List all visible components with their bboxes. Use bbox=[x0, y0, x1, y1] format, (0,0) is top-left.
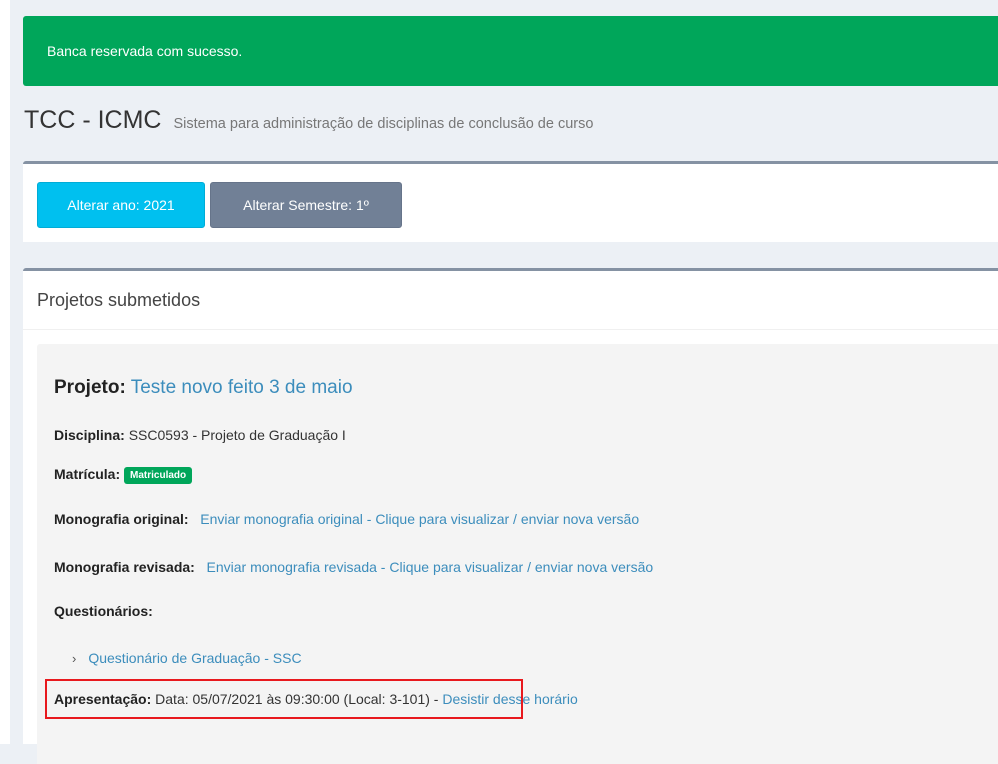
projects-box-title: Projetos submetidos bbox=[23, 271, 998, 330]
questionarios-row: Questionários: bbox=[54, 603, 153, 619]
chevron-right-icon: › bbox=[72, 651, 77, 666]
change-year-button[interactable]: Alterar ano: 2021 bbox=[37, 182, 205, 228]
mono-revisada-row: Monografia revisada: Enviar monografia r… bbox=[54, 559, 653, 575]
disciplina-value: SSC0593 - Projeto de Graduação I bbox=[128, 427, 346, 443]
mono-original-link[interactable]: Enviar monografia original - Clique para… bbox=[200, 511, 639, 527]
projects-box-title-text: Projetos submetidos bbox=[37, 289, 201, 310]
success-alert: Banca reservada com sucesso. bbox=[23, 16, 998, 86]
page-subtitle: Sistema para administração de disciplina… bbox=[173, 116, 594, 132]
left-edge bbox=[0, 0, 10, 744]
project-card: Projeto: Teste novo feito 3 de maio Disc… bbox=[37, 344, 998, 764]
project-name-link[interactable]: Teste novo feito 3 de maio bbox=[131, 377, 353, 398]
change-semester-button[interactable]: Alterar Semestre: 1º bbox=[210, 182, 402, 228]
disciplina-row: Disciplina: SSC0593 - Projeto de Graduaç… bbox=[54, 427, 346, 443]
filters-box: Alterar ano: 2021 Alterar Semestre: 1º bbox=[23, 161, 998, 242]
project-label: Projeto: bbox=[54, 377, 126, 398]
matricula-label: Matrícula: bbox=[54, 466, 121, 482]
questionario-link[interactable]: Questionário de Graduação - SSC bbox=[88, 650, 301, 666]
projects-box: Projetos submetidos Projeto: Teste novo … bbox=[23, 268, 998, 764]
project-title-row: Projeto: Teste novo feito 3 de maio bbox=[54, 377, 353, 399]
questionarios-label: Questionários: bbox=[54, 603, 153, 619]
disciplina-label: Disciplina: bbox=[54, 427, 125, 443]
alert-message: Banca reservada com sucesso. bbox=[47, 43, 243, 59]
status-badge: Matriculado bbox=[124, 467, 193, 484]
highlight-box bbox=[45, 679, 523, 719]
mono-revisada-label: Monografia revisada: bbox=[54, 559, 195, 575]
mono-original-row: Monografia original: Enviar monografia o… bbox=[54, 511, 639, 527]
page-header: TCC - ICMC Sistema para administração de… bbox=[24, 106, 593, 135]
page-title: TCC - ICMC bbox=[24, 106, 162, 134]
mono-revisada-link[interactable]: Enviar monografia revisada - Clique para… bbox=[207, 559, 654, 575]
matricula-row: Matrícula: Matriculado bbox=[54, 466, 193, 484]
questionario-item[interactable]: › Questionário de Graduação - SSC bbox=[72, 650, 302, 666]
mono-original-label: Monografia original: bbox=[54, 511, 189, 527]
